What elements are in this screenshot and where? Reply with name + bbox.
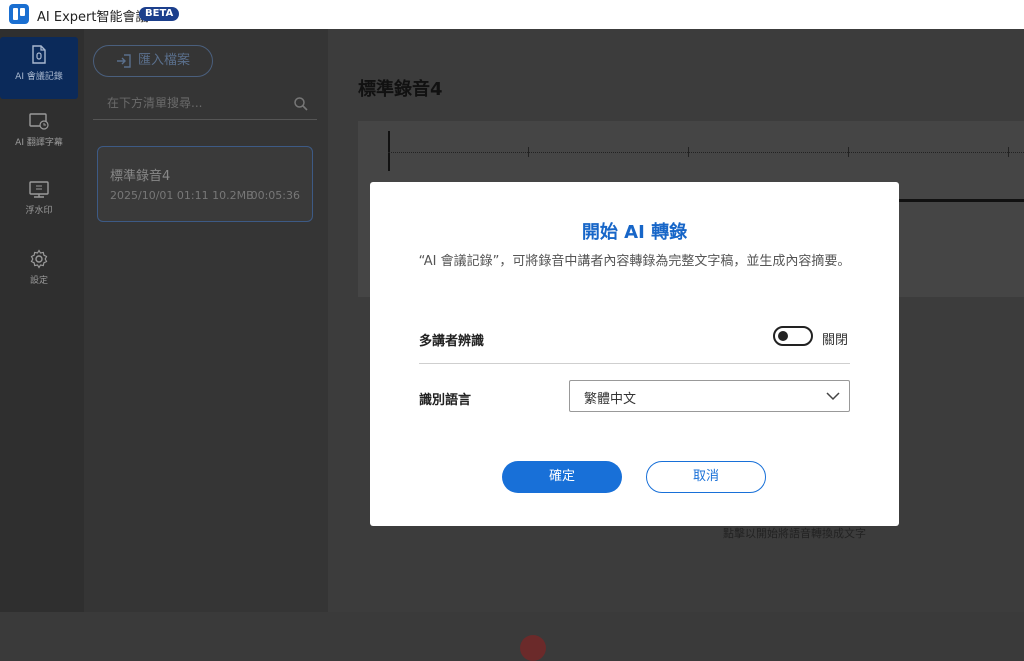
transcription-dialog: 開始 AI 轉錄 “AI 會議記錄”，可將錄音中講者內容轉錄為完整文字稿，並生成… (370, 182, 899, 526)
import-file-label: 匯入檔案 (137, 53, 190, 68)
beta-badge: BETA (139, 7, 180, 21)
app-logo-icon (9, 4, 29, 24)
list-item-duration: 00:05:36 (250, 189, 300, 202)
playhead[interactable] (388, 131, 390, 171)
sidebar: AI 會議記錄 AI 翻譯字幕 浮水印 設定 (0, 29, 84, 612)
cancel-button[interactable]: 取消 (646, 461, 766, 493)
search-bar (93, 91, 317, 120)
sidebar-item-translation-subtitle[interactable]: AI 翻譯字幕 (0, 105, 78, 167)
waveform-tick (1008, 147, 1009, 157)
search-icon[interactable] (293, 96, 309, 112)
language-select-value: 繁體中文 (584, 392, 637, 407)
dialog-description: “AI 會議記錄”，可將錄音中講者內容轉錄為完整文字稿，並生成內容摘要。 (418, 254, 851, 269)
sidebar-item-label: 設定 (29, 276, 48, 286)
confirm-button[interactable]: 確定 (502, 461, 622, 493)
title-bar: AI Expert智能會議 BETA (0, 0, 1024, 29)
waveform-tick (848, 147, 849, 157)
waveform-tick (528, 147, 529, 157)
monitor-clock-icon (29, 113, 49, 130)
list-item[interactable]: 標準錄音4 2025/10/01 01:11 10.2MB 00:05:36 (97, 146, 313, 222)
file-list-pane: 匯入檔案 標準錄音4 2025/10/01 01:11 10.2MB 00:05… (84, 29, 328, 612)
sidebar-item-label: 浮水印 (25, 206, 53, 216)
transcribe-hint[interactable]: 點擊以開始將語音轉換成文字 (723, 525, 866, 541)
dialog-title: 開始 AI 轉錄 (581, 222, 688, 243)
list-item-meta: 2025/10/01 01:11 10.2MB (110, 189, 254, 202)
waveform-tick (688, 147, 689, 157)
search-input[interactable] (105, 95, 279, 111)
speaker-recognition-toggle[interactable] (773, 326, 813, 346)
toggle-state-label: 關閉 (822, 333, 849, 348)
import-file-button[interactable]: 匯入檔案 (93, 45, 213, 77)
chevron-down-icon (826, 392, 840, 401)
waveform-track (388, 152, 1024, 153)
sidebar-item-watermark[interactable]: 浮水印 (0, 173, 78, 235)
speaker-recognition-label: 多講者辨識 (419, 334, 485, 349)
sidebar-item-meeting-record[interactable]: AI 會議記錄 (0, 37, 78, 99)
import-icon (116, 53, 131, 68)
monitor-stamp-icon (29, 181, 49, 198)
document-mic-icon (32, 45, 46, 64)
divider (419, 363, 850, 364)
record-button[interactable] (520, 635, 546, 661)
page-title: 標準錄音4 (358, 79, 443, 100)
toggle-knob (778, 331, 788, 341)
app-title: AI Expert智能會議 (37, 10, 149, 25)
sidebar-item-label: AI 會議記錄 (15, 72, 63, 82)
sidebar-item-label: AI 翻譯字幕 (15, 138, 63, 148)
language-select[interactable]: 繁體中文 (569, 380, 850, 412)
list-item-title: 標準錄音4 (110, 169, 171, 184)
gear-icon (30, 249, 48, 269)
sidebar-item-settings[interactable]: 設定 (0, 241, 78, 303)
recognition-language-label: 識別語言 (419, 393, 472, 408)
